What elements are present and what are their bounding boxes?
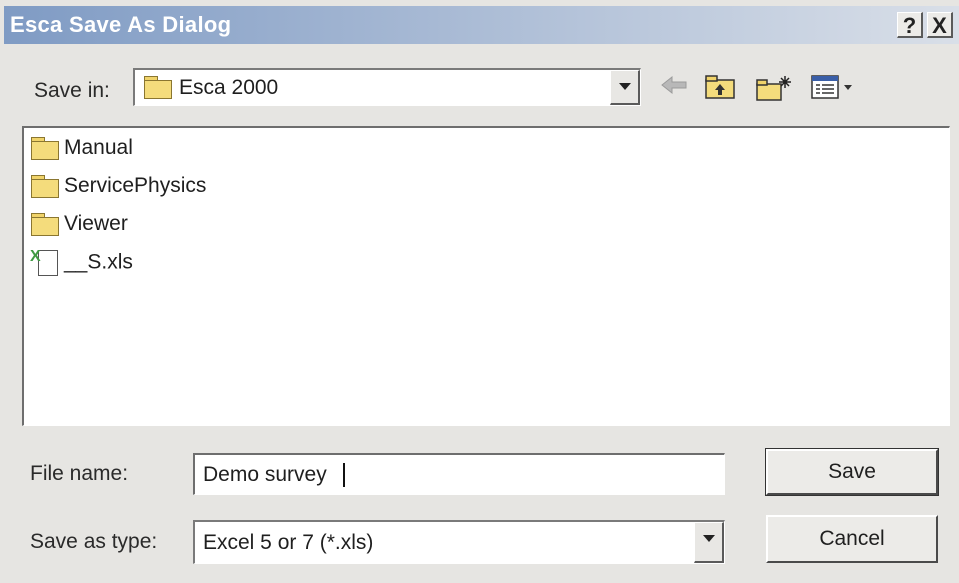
save-as-type-dropdown-button[interactable] [694,522,724,563]
folder-icon [30,174,64,199]
new-folder-icon[interactable] [752,74,796,106]
close-button[interactable]: X [927,12,953,38]
save-button[interactable]: Save [765,448,939,496]
excel-file-icon: X [30,248,60,278]
folder-icon [30,212,64,237]
window-title: Esca Save As Dialog [10,12,232,37]
list-item-label: __S.xls [64,250,133,274]
list-item[interactable]: Manual [30,136,133,168]
list-item[interactable]: X __S.xls [30,248,133,280]
back-arrow-icon[interactable] [656,74,692,106]
save-as-dialog: Esca Save As Dialog ? X Save in: Esca 20… [0,0,959,583]
view-menu-icon[interactable] [808,74,860,106]
save-as-type-value: Excel 5 or 7 (*.xls) [203,531,374,554]
file-list[interactable]: Manual ServicePhysics Viewer X __S.xls [22,126,950,426]
title-bar[interactable]: Esca Save As Dialog ? X [4,6,959,44]
list-item-label: Manual [64,136,133,159]
save-as-type-dropdown[interactable]: Excel 5 or 7 (*.xls) [193,520,725,564]
text-caret [343,463,345,487]
help-button[interactable]: ? [897,12,923,38]
save-as-type-label: Save as type: [30,530,158,553]
list-item[interactable]: Viewer [30,212,128,244]
up-folder-icon[interactable] [700,74,740,106]
file-name-value: Demo survey [203,463,327,486]
save-in-dropdown[interactable]: Esca 2000 [133,68,641,106]
file-name-label: File name: [30,462,129,485]
list-item-label: ServicePhysics [64,174,207,197]
folder-icon [143,76,173,99]
list-item[interactable]: ServicePhysics [30,174,206,206]
save-in-value: Esca 2000 [179,76,279,99]
cancel-button[interactable]: Cancel [766,515,938,563]
save-in-label: Save in: [34,79,110,102]
list-item-label: Viewer [64,212,128,235]
save-in-dropdown-button[interactable] [610,70,640,105]
file-name-input[interactable]: Demo survey [193,453,725,495]
folder-icon [30,136,64,161]
